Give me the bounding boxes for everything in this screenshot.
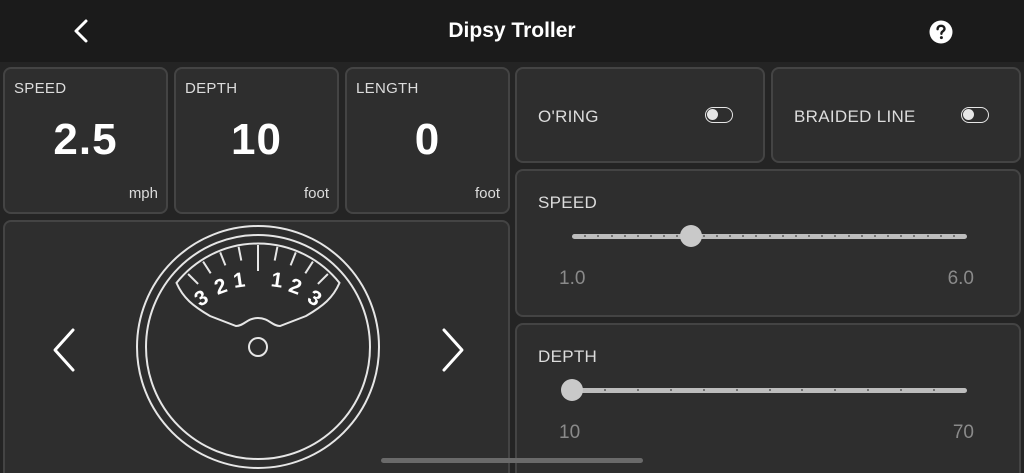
- speed-stat-card: SPEED 2.5 mph: [3, 67, 168, 214]
- depth-stat-unit: foot: [303, 185, 329, 202]
- slider-tick: [669, 389, 672, 391]
- oring-toggle-card: O'RING: [515, 67, 765, 163]
- toggle-knob: [707, 109, 718, 120]
- page-title: Dipsy Troller: [448, 19, 576, 42]
- slider-tick: [933, 389, 936, 391]
- slider-tick: [755, 235, 758, 237]
- speed-stat-label: SPEED: [14, 80, 67, 97]
- slider-tick: [610, 235, 613, 237]
- speed-stat-unit: mph: [128, 185, 158, 202]
- slider-tick: [900, 389, 903, 391]
- slider-tick: [636, 389, 639, 391]
- dial-scale-left-3: 3: [191, 286, 213, 312]
- dial-scale-right-2: 2: [286, 274, 305, 300]
- dial-card: 3 2 1 1 2 3: [3, 220, 510, 473]
- slider-tick: [597, 235, 600, 237]
- depth-slider-min-label: 10: [559, 422, 581, 443]
- slider-tick: [834, 389, 837, 391]
- home-indicator: [381, 458, 643, 463]
- slider-tick: [676, 235, 679, 237]
- speed-slider-label: SPEED: [538, 193, 598, 212]
- slider-tick: [729, 235, 731, 237]
- speed-slider-min-label: 1.0: [559, 268, 586, 289]
- slider-tick: [900, 235, 903, 237]
- dial-scale-right-3: 3: [303, 286, 325, 312]
- braided-line-toggle-label: BRAIDED LINE: [794, 107, 916, 126]
- slider-tick: [702, 235, 705, 237]
- oring-toggle-label: O'RING: [538, 107, 599, 126]
- speed-slider-thumb[interactable]: [679, 225, 702, 247]
- depth-stat-card: DEPTH 10 foot: [174, 67, 339, 214]
- depth-slider-max-label: 70: [952, 422, 974, 443]
- next-dial-button[interactable]: [432, 320, 472, 380]
- help-button[interactable]: [929, 20, 953, 44]
- slider-tick: [584, 235, 587, 237]
- slider-tick: [623, 235, 626, 237]
- depth-slider-track[interactable]: [561, 379, 967, 401]
- slider-tick: [867, 389, 870, 391]
- toggle-knob: [963, 109, 974, 120]
- slider-tick: [847, 235, 850, 237]
- question-circle-icon: [929, 20, 953, 44]
- depth-slider-thumb[interactable]: [561, 379, 583, 401]
- dipsy-dial-gauge: 3 2 1 1 2 3: [136, 225, 380, 469]
- slider-tick: [887, 235, 889, 237]
- chevron-right-icon: [442, 328, 464, 372]
- slider-tick: [636, 235, 639, 237]
- slider-tick: [781, 235, 784, 237]
- chevron-left-icon: [53, 328, 75, 372]
- slider-tick: [821, 235, 824, 237]
- speed-slider-max-label: 6.0: [947, 268, 974, 289]
- speed-slider-track[interactable]: [572, 225, 967, 247]
- slider-tick: [860, 235, 863, 237]
- slider-tick: [735, 389, 738, 391]
- slider-tick: [808, 235, 810, 237]
- braided-line-toggle-switch[interactable]: [961, 107, 989, 123]
- slider-tick: [702, 389, 705, 391]
- dial-scale-right-1: 1: [270, 268, 285, 292]
- dial-scale-left-1: 1: [232, 268, 247, 292]
- depth-slider-card: DEPTH 10 70: [515, 323, 1021, 473]
- slider-tick: [952, 235, 955, 237]
- header-bar: Dipsy Troller: [0, 0, 1024, 62]
- oring-toggle-switch[interactable]: [705, 107, 733, 123]
- slider-tick: [768, 235, 771, 237]
- slider-tick: [650, 235, 652, 237]
- slider-tick: [801, 389, 804, 391]
- length-stat-value: 0: [414, 115, 441, 164]
- depth-slider-label: DEPTH: [538, 347, 598, 366]
- slider-tick: [768, 389, 771, 391]
- braided-line-toggle-card: BRAIDED LINE: [771, 67, 1021, 163]
- slider-tick: [794, 235, 797, 237]
- length-stat-card: LENGTH 0 foot: [345, 67, 510, 214]
- length-stat-unit: foot: [474, 185, 500, 202]
- slider-tick: [939, 235, 942, 237]
- slider-tick: [663, 235, 666, 237]
- depth-stat-value: 10: [231, 115, 282, 164]
- slider-tick: [742, 235, 745, 237]
- slider-tick: [834, 235, 837, 237]
- previous-dial-button[interactable]: [45, 320, 85, 380]
- slider-tick: [715, 235, 718, 237]
- depth-stat-label: DEPTH: [185, 80, 238, 97]
- slider-tick: [603, 389, 606, 391]
- speed-stat-value: 2.5: [53, 115, 118, 164]
- length-stat-label: LENGTH: [356, 80, 419, 97]
- speed-slider-card: SPEED 1.0 6.0: [515, 169, 1021, 317]
- slider-tick: [926, 235, 929, 237]
- slider-tick: [873, 235, 876, 237]
- dial-scale-left-2: 2: [211, 274, 230, 300]
- slider-tick: [913, 235, 916, 237]
